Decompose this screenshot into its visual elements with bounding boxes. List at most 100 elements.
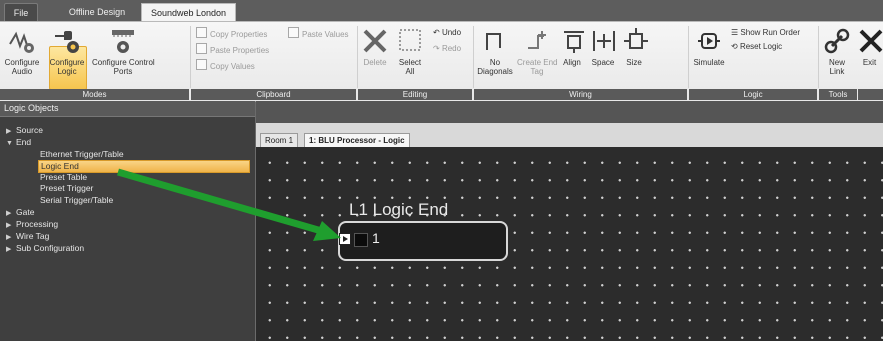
paste-properties-label: Paste Properties	[210, 46, 270, 55]
show-run-order-button[interactable]: ☰ Show Run Order	[731, 27, 800, 39]
copy-values-button[interactable]: Copy Values	[196, 59, 255, 71]
exit-x-icon	[859, 29, 883, 53]
tree-item-label: Preset Trigger	[40, 183, 94, 193]
select-all-icon	[399, 29, 421, 51]
new-link-button[interactable]: New Link	[822, 26, 852, 76]
tab-file[interactable]: File	[4, 3, 38, 21]
show-run-order-label: Show Run Order	[740, 28, 800, 37]
delete-button[interactable]: Delete	[360, 26, 390, 67]
expand-arrow-icon[interactable]: ▶	[6, 244, 16, 255]
input-pin-icon[interactable]	[339, 233, 351, 245]
link-icon	[824, 28, 850, 54]
paste-values-label: Paste Values	[302, 30, 349, 39]
configure-logic-button[interactable]: Configure Logic	[47, 26, 87, 76]
simulate-icon	[698, 33, 720, 49]
group-editing: Editing	[358, 89, 472, 100]
ribbon: Configure Audio Configure Logic Configur…	[0, 21, 883, 102]
align-button[interactable]: Align	[559, 26, 585, 67]
tree-item-label: Sub Configuration	[16, 243, 85, 253]
logic-gear-icon	[55, 31, 79, 53]
tree-item-label: Source	[16, 125, 43, 135]
ports-gear-icon	[112, 30, 134, 53]
simulate-label: Simulate	[693, 58, 725, 67]
tab-soundweb-london[interactable]: Soundweb London	[141, 3, 236, 21]
space-label: Space	[591, 58, 615, 67]
copy-properties-button[interactable]: Copy Properties	[196, 27, 267, 39]
logic-end-block-title: L1 Logic End	[349, 200, 449, 219]
paste-values-button[interactable]: Paste Values	[288, 27, 349, 39]
group-clipboard: Clipboard	[191, 89, 356, 100]
configure-control-ports-label: Configure Control Ports	[92, 58, 155, 76]
redo-icon: ↷	[433, 44, 442, 53]
simulate-button[interactable]: Simulate	[691, 26, 727, 67]
group-tools: Tools	[819, 89, 857, 100]
reset-logic-label: Reset Logic	[739, 42, 783, 51]
tree-item-label: Preset Table	[40, 172, 88, 182]
collapse-arrow-icon[interactable]: ▼	[6, 138, 16, 149]
copy-values-label: Copy Values	[210, 62, 255, 71]
configure-logic-label: Configure Logic	[49, 58, 85, 76]
logic-end-block[interactable]: 1	[338, 221, 508, 261]
pin-number: 1	[372, 230, 380, 246]
group-wiring: Wiring	[474, 89, 687, 100]
select-all-button[interactable]: Select All	[394, 26, 426, 76]
create-end-tag-button[interactable]: Create End Tag	[517, 26, 557, 76]
size-label: Size	[626, 58, 642, 67]
configure-control-ports-button[interactable]: Configure Control Ports	[92, 26, 155, 76]
tree-item-label: Ethernet Trigger/Table	[40, 149, 124, 159]
no-diagonals-label: No Diagonals	[477, 58, 513, 76]
tree-item-preset-trigger[interactable]: Preset Trigger	[40, 183, 93, 194]
expand-arrow-icon[interactable]: ▶	[6, 220, 16, 231]
paste-icon	[288, 27, 299, 38]
group-modes: Modes	[0, 89, 189, 100]
tree-item-processing[interactable]: ▶ Processing	[6, 219, 58, 230]
tab-blu-processor-logic[interactable]: 1: BLU Processor - Logic	[304, 133, 410, 147]
tree-item-source[interactable]: ▶ Source	[6, 125, 43, 136]
exit-button[interactable]: Exit	[856, 26, 883, 67]
tree-item-serial-trigger[interactable]: Serial Trigger/Table	[40, 195, 113, 206]
group-logic: Logic	[689, 89, 817, 100]
group-divider	[688, 26, 689, 88]
reset-logic-button[interactable]: ⟲ Reset Logic	[731, 41, 782, 53]
expand-arrow-icon[interactable]: ▶	[6, 126, 16, 137]
copy-properties-label: Copy Properties	[210, 30, 268, 39]
tree-item-label: Logic End	[41, 161, 79, 171]
no-diagonals-button[interactable]: No Diagonals	[477, 26, 513, 76]
select-all-label: Select All	[398, 58, 422, 76]
tree-item-ethernet-trigger[interactable]: Ethernet Trigger/Table	[40, 149, 124, 160]
audio-wave-icon	[9, 31, 34, 53]
group-divider	[473, 26, 474, 88]
size-button[interactable]: Size	[621, 26, 648, 67]
tree-item-label: Serial Trigger/Table	[40, 195, 114, 205]
delete-x-icon	[363, 29, 387, 53]
list-icon: ☰	[731, 28, 741, 37]
tree-item-end[interactable]: ▼ End	[6, 137, 31, 148]
tab-offline-design[interactable]: Offline Design	[58, 3, 136, 21]
tree-item-preset-table[interactable]: Preset Table	[40, 172, 87, 183]
copy-icon	[196, 59, 207, 70]
document-tab-bar: Room 1 1: BLU Processor - Logic	[256, 123, 883, 147]
tree-item-sub-configuration[interactable]: ▶ Sub Configuration	[6, 243, 84, 254]
delete-label: Delete	[363, 58, 387, 67]
paste-properties-button[interactable]: Paste Properties	[196, 43, 269, 55]
size-icon	[624, 28, 648, 49]
panel-title: Logic Objects	[0, 101, 255, 117]
group-divider	[818, 26, 819, 88]
tree-item-gate[interactable]: ▶ Gate	[6, 207, 34, 218]
reset-icon: ⟲	[731, 42, 740, 51]
group-divider	[357, 26, 358, 88]
group-divider	[190, 26, 191, 88]
document-area: Room 1 1: BLU Processor - Logic L1 Logic…	[256, 101, 883, 341]
undo-button[interactable]: ↶ Undo	[433, 27, 461, 39]
expand-arrow-icon[interactable]: ▶	[6, 232, 16, 243]
tree-item-label: End	[16, 137, 32, 147]
create-end-tag-label: Create End Tag	[517, 58, 558, 76]
space-button[interactable]: Space	[589, 26, 617, 67]
ribbon-tab-strip: File Offline Design Soundweb London	[0, 0, 883, 21]
tree-item-wire-tag[interactable]: ▶ Wire Tag	[6, 231, 49, 242]
tab-room-1[interactable]: Room 1	[260, 133, 299, 147]
configure-audio-button[interactable]: Configure Audio	[2, 26, 42, 76]
logic-canvas[interactable]: L1 Logic End 1	[256, 147, 883, 341]
expand-arrow-icon[interactable]: ▶	[6, 208, 16, 219]
redo-button[interactable]: ↷ Redo	[433, 43, 461, 55]
